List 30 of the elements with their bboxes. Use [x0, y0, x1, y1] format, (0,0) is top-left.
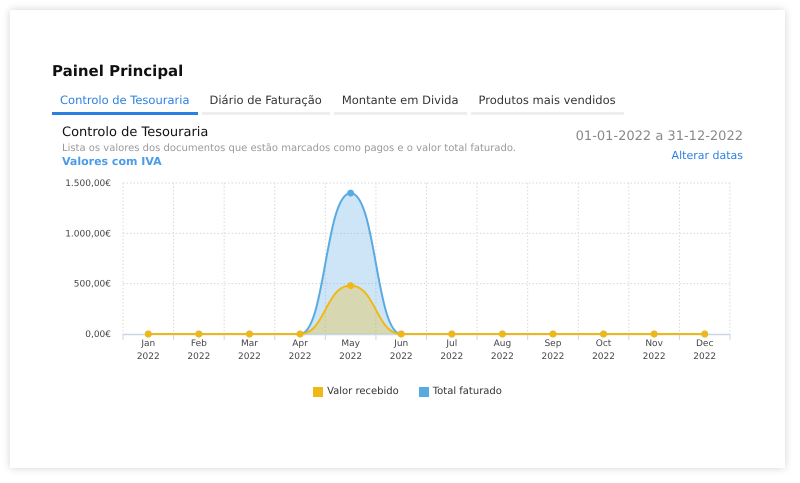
x-axis-label: Feb 2022: [187, 339, 210, 362]
x-axis-label: Mar 2022: [238, 339, 261, 362]
page-title: Painel Principal: [52, 62, 184, 80]
x-axis-label: Sep 2022: [542, 339, 564, 362]
x-axis-label: Jul 2022: [440, 339, 464, 362]
x-axis-label: Apr 2022: [288, 339, 312, 362]
tab[interactable]: Montante em Divida: [334, 88, 466, 115]
x-axis-label: May 2022: [339, 339, 362, 362]
legend-label: Valor recebido: [327, 386, 399, 397]
change-dates-link[interactable]: Alterar datas: [672, 149, 743, 162]
tab[interactable]: Diário de Faturação: [202, 88, 330, 115]
tab[interactable]: Controlo de Tesouraria: [52, 88, 198, 115]
y-axis-label: 1.000,00€: [65, 229, 111, 240]
x-axis-label: Dec 2022: [693, 339, 716, 362]
x-axis-label: Oct 2022: [592, 339, 615, 362]
y-axis-label: 0,00€: [85, 330, 111, 340]
y-axis-label: 1.500,00€: [65, 179, 111, 189]
tab[interactable]: Produtos mais vendidos: [470, 88, 624, 115]
section-description: Lista os valores dos documentos que estão marcados como pagos e o valor total faturado.: [62, 143, 516, 154]
data-point: [347, 282, 354, 290]
legend-label: Total faturado: [432, 386, 502, 397]
section-title: Controlo de Tesouraria: [62, 125, 210, 140]
date-range: 01-01-2022 a 31-12-2022: [576, 129, 743, 144]
data-point: [347, 190, 354, 197]
x-axis-label: Jan 2022: [136, 339, 160, 362]
x-axis-label: Aug 2022: [490, 339, 514, 362]
x-axis-label: Jun 2022: [390, 339, 413, 362]
x-axis-label: Nov 2022: [642, 339, 666, 362]
vat-note: Valores com IVA: [62, 155, 163, 168]
y-axis-label: 500,00€: [74, 280, 111, 290]
